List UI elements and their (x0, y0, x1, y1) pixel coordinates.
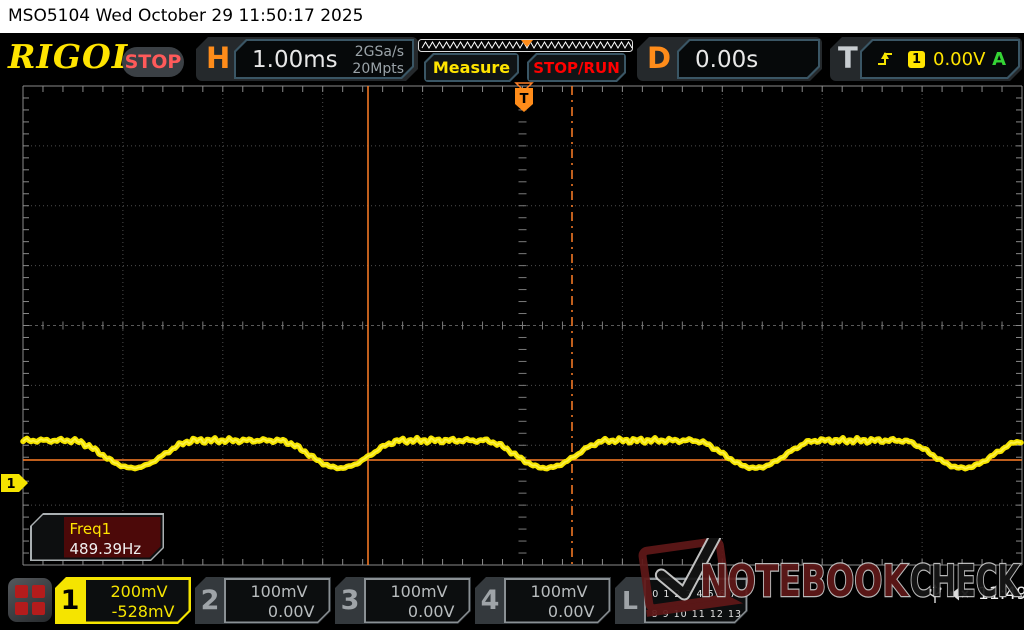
measurement-name: Freq1 (69, 519, 112, 538)
logic-row-8-15: 8 9 10 11 12 13 14 15 (651, 608, 779, 620)
trigger-panel[interactable]: T 1 0.00V A (830, 37, 1022, 81)
channel-3-offset: 0.00V (407, 601, 455, 621)
rising-edge-icon (876, 50, 894, 68)
status-icons: 11:49 (928, 583, 1024, 605)
channel-4-scale: 100mV (530, 581, 588, 601)
logic-row-0-7: 0 1 2 3 4 5 6 7 (652, 588, 737, 600)
usb-icon (928, 584, 942, 603)
trigger-label: T (838, 41, 858, 75)
logic-channels-tab[interactable]: L 0 1 2 3 4 5 6 7 8 9 10 11 12 13 14 15 (615, 577, 748, 624)
stop-run-button[interactable]: STOP/RUN (527, 53, 626, 82)
timebase-value[interactable]: 1.00ms (252, 47, 338, 73)
model-and-datetime: MSO5104 Wed October 29 11:50:17 2025 (8, 6, 364, 26)
ch1-waveform (20, 434, 1024, 472)
channel-1-scale: 200mV (110, 581, 168, 601)
channel-1-number: 1 (60, 585, 80, 616)
titlebar: MSO5104 Wed October 29 11:50:17 2025 (0, 0, 1024, 33)
trigger-level-value[interactable]: 0.00V (933, 49, 985, 70)
speaker-muted-icon[interactable] (949, 586, 971, 602)
logic-label: L (622, 586, 638, 615)
memory-position-bar[interactable] (418, 38, 633, 53)
acquisition-rates: 2GSa/s 20Mpts (352, 44, 404, 78)
channel-3-tab[interactable]: 3 100mV 0.00V (335, 577, 471, 624)
delay-panel[interactable]: D 0.00s (637, 37, 822, 81)
channel-4-offset: 0.00V (547, 601, 595, 621)
clock: 11:49 (978, 584, 1024, 604)
channel-2-number: 2 (200, 585, 220, 616)
memory-depth: 20Mpts (352, 61, 404, 77)
trigger-mode: A (992, 48, 1006, 70)
channel-4-tab[interactable]: 4 100mV 0.00V (475, 577, 611, 624)
menu-grid-icon (15, 585, 45, 615)
channel-2-offset: 0.00V (267, 601, 315, 621)
horizontal-label: H (206, 41, 231, 75)
delay-label: D (647, 41, 672, 75)
horizontal-panel[interactable]: H 1.00ms 2GSa/s 20Mpts (196, 37, 418, 81)
rigol-logo: RIGOL (8, 37, 136, 76)
trigger-source-badge[interactable]: 1 (908, 51, 925, 68)
channel-2-tab[interactable]: 2 100mV 0.00V (195, 577, 331, 624)
svg-text:T: T (520, 92, 529, 107)
measure-button[interactable]: Measure (424, 53, 519, 82)
measurement-badge[interactable]: Freq1 489.39Hz (30, 513, 164, 561)
bottom-bar: 1 200mV -528mV 2 100mV 0.00V 3 100mV 0.0… (0, 575, 1024, 630)
delay-value[interactable]: 0.00s (695, 47, 758, 73)
menu-button[interactable] (8, 578, 52, 622)
channel-2-scale: 100mV (250, 581, 308, 601)
channel-1-tab[interactable]: 1 200mV -528mV (55, 577, 191, 624)
run-state-badge[interactable]: STOP (122, 47, 184, 77)
svg-text:1: 1 (6, 477, 15, 492)
measurement-value: 489.39Hz (69, 539, 142, 558)
oscilloscope-screen: T1 MSO5104 Wed October 29 11:50:17 2025 … (0, 0, 1024, 630)
channel-1-offset: -528mV (111, 601, 175, 621)
channel-4-number: 4 (480, 585, 500, 616)
channel-3-number: 3 (340, 585, 360, 616)
header: RIGOL STOP H 1.00ms 2GSa/s 20Mpts Measur… (0, 33, 1024, 85)
channel-3-scale: 100mV (390, 581, 448, 601)
sample-rate: 2GSa/s (354, 44, 404, 60)
